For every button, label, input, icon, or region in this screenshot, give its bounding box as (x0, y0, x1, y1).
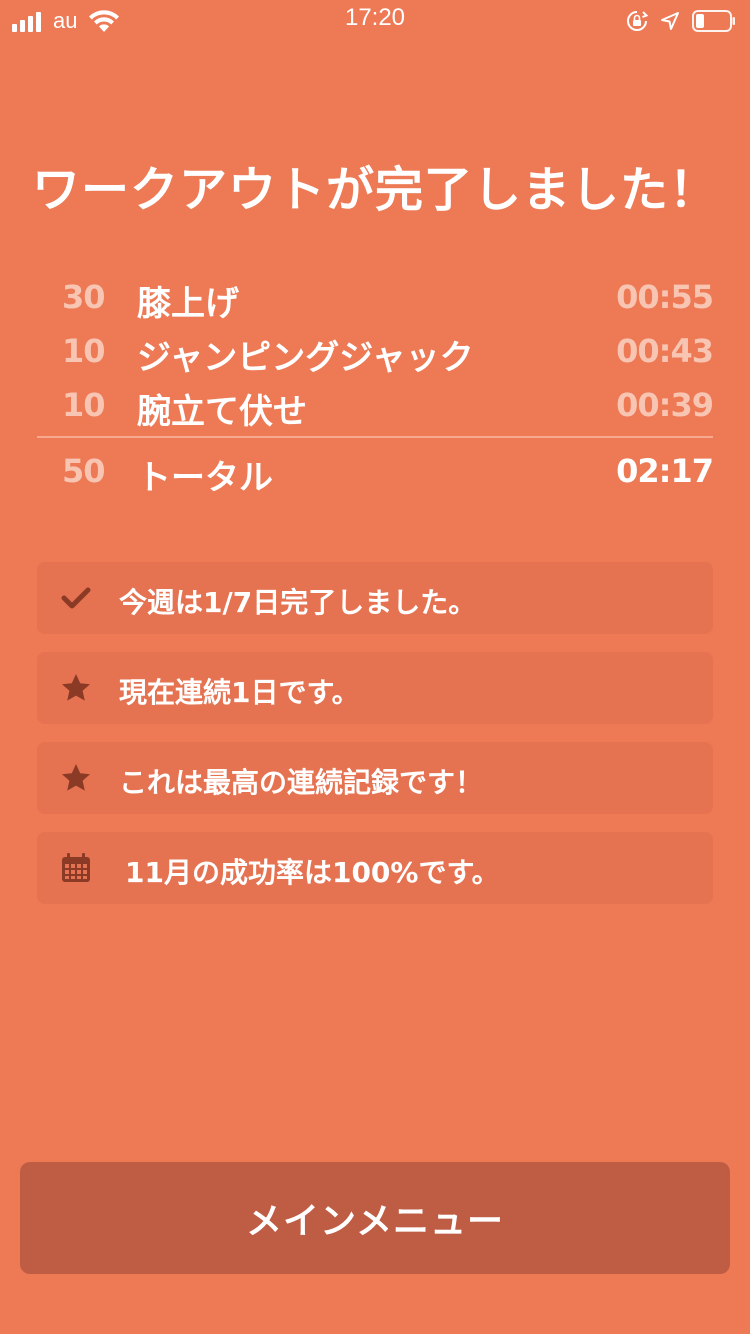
exercise-name: 膝上げ (137, 284, 239, 324)
exercise-count: 30 (62, 278, 106, 316)
main-menu-button[interactable]: メインメニュー (20, 1162, 730, 1274)
current-streak-card: 現在連続1日です。 (37, 652, 713, 724)
exercise-time: 00:43 (616, 332, 714, 370)
workout-summary: 30 膝上げ 00:55 10 ジャンピングジャック 00:43 10 腕立て伏… (37, 270, 714, 498)
exercise-time: 00:39 (616, 386, 714, 424)
status-bar: au 17:20 (0, 0, 750, 40)
weekly-progress-text: 今週は1/7日完了しました。 (119, 586, 477, 619)
success-rate-text: 11月の成功率は100%です。 (125, 856, 500, 889)
checkmark-icon (61, 587, 91, 609)
weekly-progress-card: 今週は1/7日完了しました。 (37, 562, 713, 634)
location-arrow-icon (661, 12, 679, 30)
success-rate-card: 11月の成功率は100%です。 (37, 832, 713, 904)
battery-icon (692, 10, 735, 32)
total-row: 50 トータル 02:17 (37, 444, 714, 498)
star-icon (62, 674, 90, 701)
orientation-lock-icon (627, 11, 648, 31)
exercise-name: 腕立て伏せ (137, 392, 307, 432)
calendar-icon (62, 853, 90, 882)
status-bar-right (626, 8, 736, 34)
exercise-row: 10 腕立て伏せ 00:39 (37, 378, 714, 432)
summary-divider (37, 436, 713, 438)
exercise-row: 30 膝上げ 00:55 (37, 270, 714, 324)
best-streak-text: これは最高の連続記録です！ (119, 766, 484, 799)
page-title: ワークアウトが完了しました！ (31, 162, 718, 218)
exercise-count: 10 (62, 386, 106, 424)
exercise-time: 00:55 (616, 278, 714, 316)
stats-list: 今週は1/7日完了しました。 現在連続1日です。 これは最高の連続記録です！ 1… (37, 562, 713, 922)
exercise-name: ジャンピングジャック (137, 338, 474, 378)
total-time: 02:17 (616, 452, 714, 490)
exercise-count: 10 (62, 332, 106, 370)
star-icon (62, 764, 90, 791)
total-count: 50 (62, 452, 106, 490)
best-streak-card: これは最高の連続記録です！ (37, 742, 713, 814)
current-streak-text: 現在連続1日です。 (119, 676, 360, 709)
total-label: トータル (137, 458, 273, 498)
exercise-row: 10 ジャンピングジャック 00:43 (37, 324, 714, 378)
